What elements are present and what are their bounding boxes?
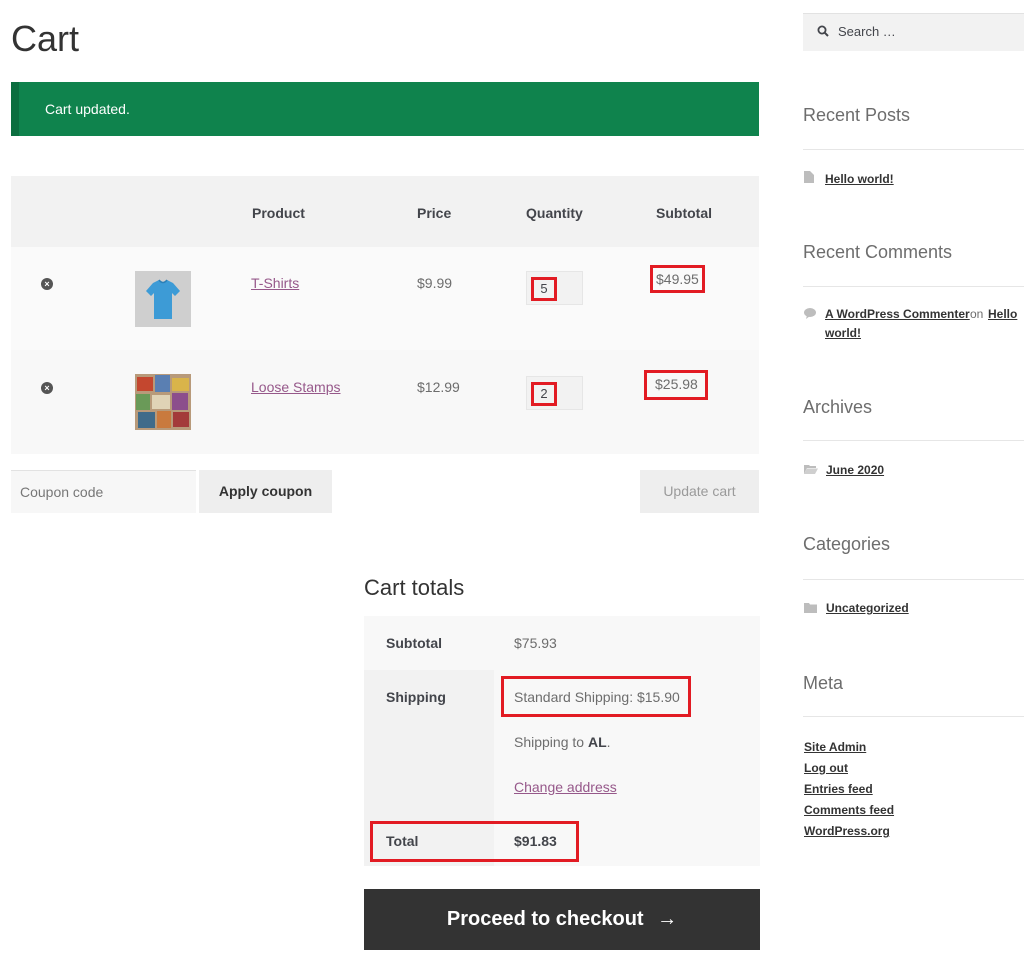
header-subtotal: Subtotal — [656, 205, 712, 221]
widget-divider — [803, 716, 1024, 717]
totals-total-value: $91.83 — [514, 833, 557, 849]
t-shirt-thumbnail[interactable] — [135, 271, 191, 327]
folder-icon — [804, 603, 817, 613]
search-placeholder: Search … — [838, 24, 896, 39]
search-field[interactable]: Search … — [803, 13, 1024, 51]
widget-divider — [803, 579, 1024, 580]
t-shirt-image — [135, 271, 191, 327]
widget-title-recent-posts: Recent Posts — [803, 105, 911, 125]
comment-post-link-cont[interactable]: world! — [825, 326, 861, 340]
recent-post-link[interactable]: Hello world! — [825, 172, 894, 186]
header-quantity: Quantity — [526, 205, 583, 221]
folder-open-icon — [804, 465, 818, 474]
comment-on-text: on — [970, 307, 984, 321]
shipping-to-prefix: Shipping to — [514, 734, 585, 750]
quantity-value[interactable]: 5 — [531, 277, 557, 301]
page-title: Cart — [11, 18, 80, 59]
coupon-code-input[interactable] — [11, 470, 196, 513]
stamps-thumbnail[interactable] — [135, 374, 191, 430]
widget-title-archives: Archives — [803, 397, 873, 417]
cart-table-header: Product Price Quantity Subtotal — [11, 176, 759, 247]
meta-link-comments-feed[interactable]: Comments feed — [804, 803, 894, 817]
shipping-method: Standard Shipping: $15.90 — [514, 689, 680, 705]
totals-subtotal-label: Subtotal — [386, 635, 442, 651]
cart-item-row: × Loose Stamps $12.99 2 $25.98 — [11, 350, 759, 453]
widget-divider — [803, 149, 1024, 150]
widget-divider — [803, 286, 1024, 287]
comment-post-link[interactable]: Hello — [988, 307, 1017, 321]
notice-text: Cart updated. — [45, 101, 130, 117]
product-link-loose-stamps[interactable]: Loose Stamps — [251, 379, 341, 395]
comment-icon — [804, 308, 816, 319]
cart-item-row: × T-Shirts $9.99 5 $49.95 — [11, 247, 759, 350]
meta-link-log-out[interactable]: Log out — [804, 761, 848, 775]
cart-totals-title: Cart totals — [364, 575, 465, 600]
archive-link[interactable]: June 2020 — [826, 463, 884, 477]
item-price: $12.99 — [417, 379, 460, 395]
item-subtotal: $49.95 — [650, 265, 705, 293]
change-address-link[interactable]: Change address — [514, 779, 617, 795]
header-product: Product — [252, 205, 305, 221]
comment-author-link[interactable]: A WordPress Commenter — [825, 307, 970, 321]
quantity-value[interactable]: 2 — [531, 382, 557, 406]
widget-divider — [803, 440, 1024, 441]
update-cart-button[interactable]: Update cart — [640, 470, 759, 513]
cart-updated-notice: Cart updated. — [11, 82, 759, 136]
widget-title-meta: Meta — [803, 673, 844, 693]
header-price: Price — [417, 205, 452, 221]
meta-link-wordpress-org[interactable]: WordPress.org — [804, 824, 890, 838]
apply-coupon-button[interactable]: Apply coupon — [199, 470, 332, 513]
widget-title-recent-comments: Recent Comments — [803, 242, 953, 262]
category-link[interactable]: Uncategorized — [826, 601, 909, 615]
shipping-destination: Shipping to AL. — [514, 734, 611, 750]
checkout-label: Proceed to checkout — [446, 908, 644, 930]
totals-total-label: Total — [386, 833, 419, 849]
item-price: $9.99 — [417, 275, 453, 291]
meta-link-site-admin[interactable]: Site Admin — [804, 740, 866, 754]
item-subtotal: $25.98 — [644, 370, 708, 400]
shipping-to-suffix: . — [606, 734, 611, 750]
cart-totals-table: Subtotal $75.93 Shipping Standard Shippi… — [364, 616, 760, 866]
product-link-t-shirts[interactable]: T-Shirts — [251, 275, 299, 291]
search-icon — [817, 25, 829, 37]
cart-table: Product Price Quantity Subtotal × T-Shir… — [11, 176, 759, 454]
widget-title-categories: Categories — [803, 534, 891, 554]
stamps-image — [135, 374, 191, 430]
proceed-to-checkout-button[interactable]: Proceed to checkout → — [364, 889, 760, 950]
meta-link-entries-feed[interactable]: Entries feed — [804, 782, 873, 796]
document-icon — [804, 171, 814, 183]
remove-item-icon[interactable]: × — [41, 382, 53, 394]
remove-item-icon[interactable]: × — [41, 278, 53, 290]
totals-subtotal-value: $75.93 — [514, 635, 557, 651]
shipping-to-state: AL — [587, 734, 607, 750]
arrow-right-icon: → — [657, 908, 678, 930]
totals-shipping-label: Shipping — [386, 689, 446, 705]
